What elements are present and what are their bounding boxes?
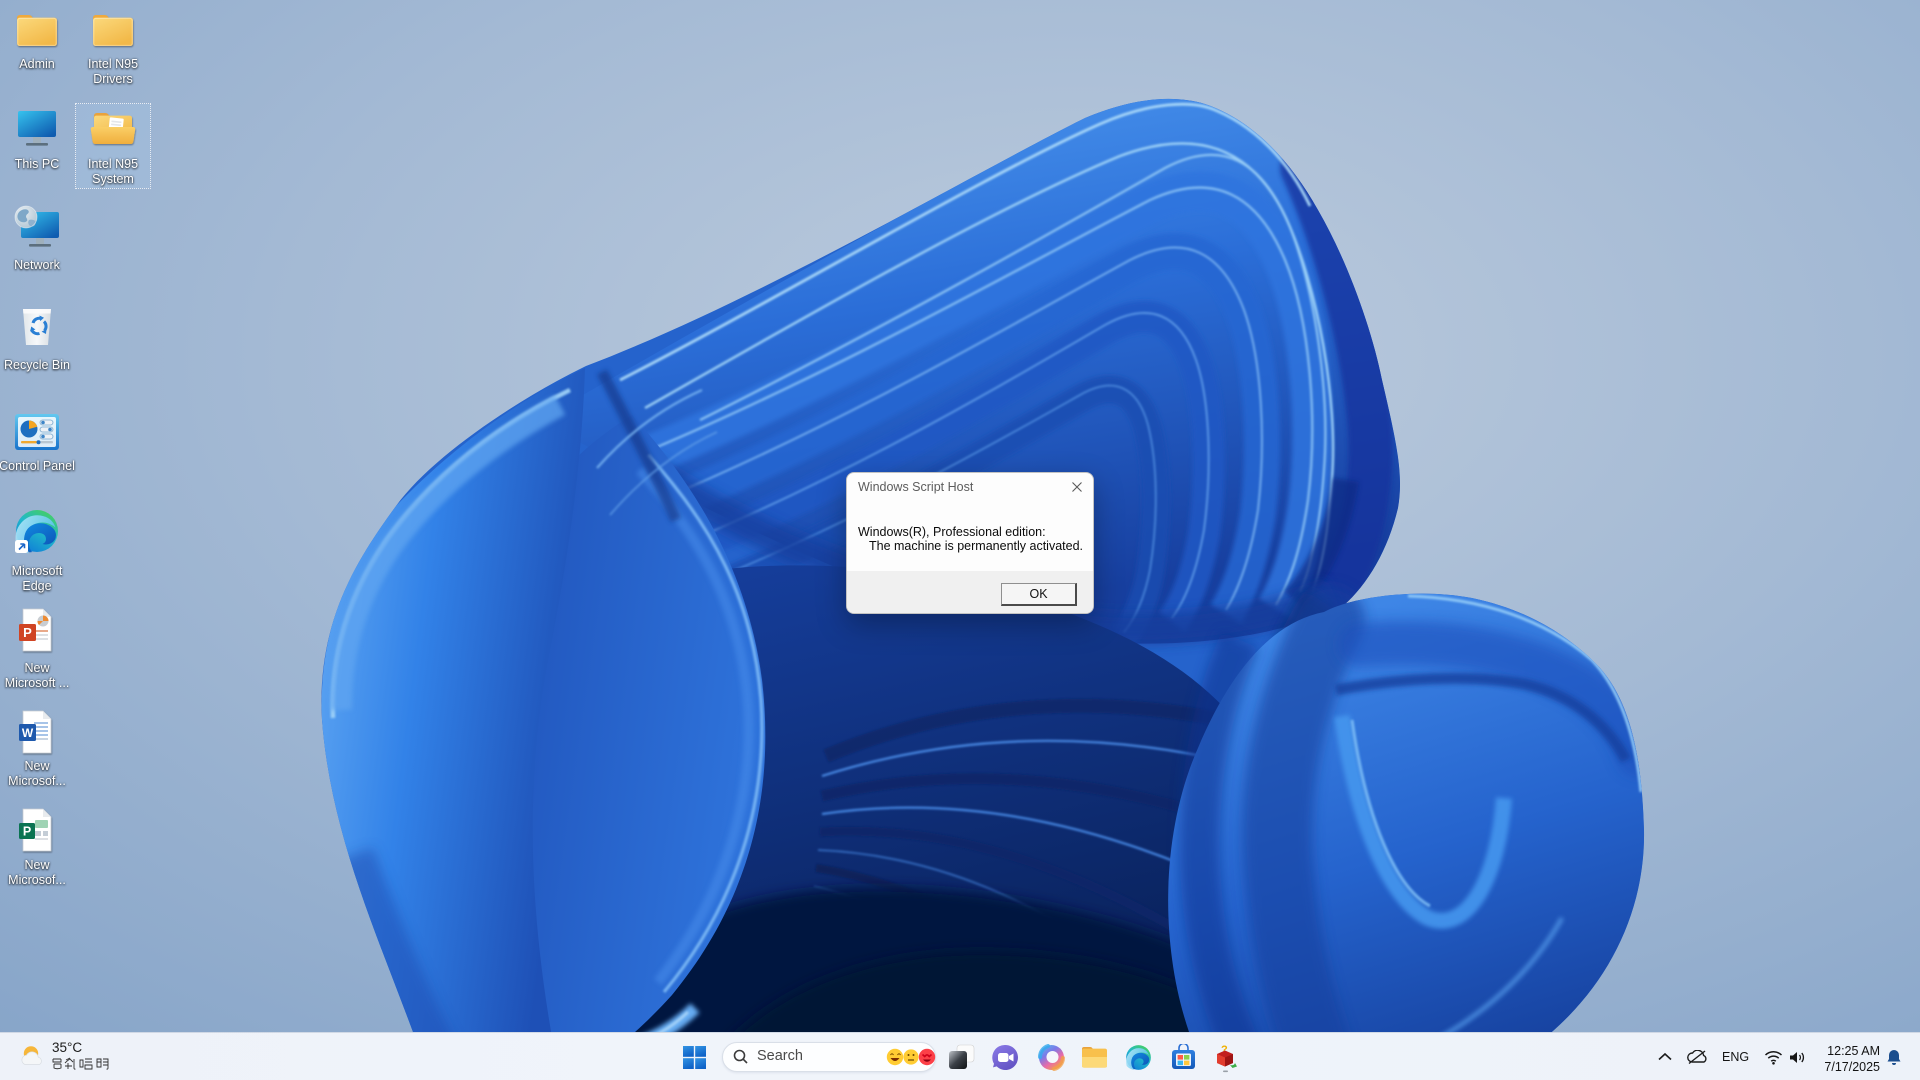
svg-text:P: P <box>23 825 31 839</box>
svg-text:P: P <box>23 625 32 640</box>
svg-text:W: W <box>22 726 34 740</box>
